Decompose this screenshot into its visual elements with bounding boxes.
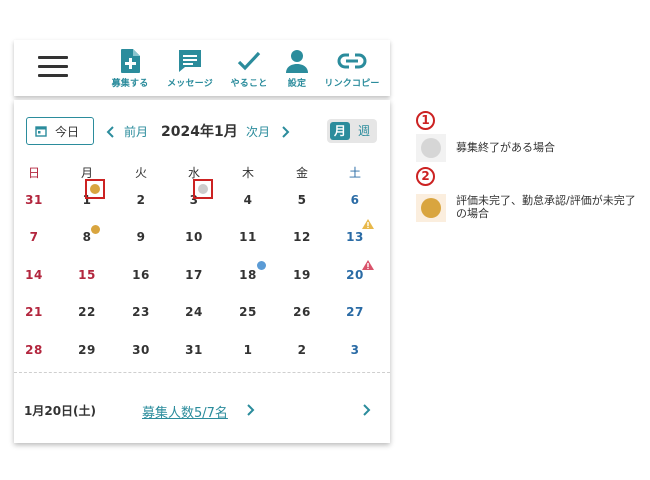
status-dot-blue (257, 261, 266, 270)
calendar-day[interactable]: 28 (19, 343, 49, 357)
status-dot-gray (198, 184, 208, 194)
calendar-day[interactable]: 13 (340, 230, 370, 244)
chevron-left-icon (106, 125, 114, 138)
calendar-day[interactable]: 10 (179, 230, 209, 244)
calendar-day[interactable]: 11 (233, 230, 263, 244)
calendar-day[interactable]: 22 (72, 305, 102, 319)
today-label: 今日 (55, 124, 80, 139)
prev-month-label: 前月 (124, 125, 149, 139)
month-title: 2024年1月 (161, 124, 238, 140)
calendar-day[interactable]: 31 (19, 193, 49, 207)
calendar-panel: 今日 前月 2024年1月 次月 月 週 日 月 火 水 木 金 土 31 1 … (14, 100, 390, 443)
divider (14, 372, 390, 373)
warning-icon (362, 219, 374, 229)
month-view-button[interactable]: 月 (330, 122, 350, 140)
todo-label: やること (230, 79, 268, 89)
calendar-day[interactable]: 7 (19, 230, 49, 244)
message-label: メッセージ (167, 79, 213, 89)
calendar-day[interactable]: 17 (179, 268, 209, 282)
status-dot-orange (91, 225, 100, 234)
message-button[interactable]: メッセージ (162, 48, 218, 89)
calendar-day[interactable]: 16 (126, 268, 156, 282)
recruit-button[interactable]: 募集する (109, 48, 151, 89)
calendar-day[interactable]: 6 (340, 193, 370, 207)
today-button[interactable]: 今日 (26, 117, 94, 145)
calendar-day[interactable]: 19 (287, 268, 317, 282)
calendar-day[interactable]: 9 (126, 230, 156, 244)
view-toggle: 月 週 (327, 119, 377, 143)
recruit-count-link[interactable]: 募集人数5/7名 (142, 402, 228, 421)
legend-number: 2 (416, 167, 435, 186)
weekday-header: 火 (134, 166, 147, 180)
calendar-day[interactable]: 4 (233, 193, 263, 207)
copy-link-label: リンクコピー (324, 79, 380, 89)
calendar-day[interactable]: 18 (233, 268, 263, 282)
next-month-button[interactable]: 次月 (246, 123, 290, 140)
calendar-day[interactable]: 1 (233, 343, 263, 357)
calendar-day[interactable]: 27 (340, 305, 370, 319)
calendar-day[interactable]: 14 (19, 268, 49, 282)
calendar-day[interactable]: 21 (19, 305, 49, 319)
calendar-day[interactable]: 12 (287, 230, 317, 244)
person-icon (286, 50, 308, 73)
calendar-day[interactable]: 2 (126, 193, 156, 207)
copy-link-button[interactable]: リンクコピー (321, 48, 383, 89)
calendar-day[interactable]: 20 (340, 268, 370, 282)
document-plus-icon (121, 49, 140, 73)
calendar-day[interactable]: 31 (179, 343, 209, 357)
calendar-day[interactable]: 3 (340, 343, 370, 357)
chevron-right-icon[interactable] (245, 403, 255, 417)
legend-text: 評価未完了、勤怠承認/評価が未完了の場合 (456, 194, 636, 220)
message-icon (179, 50, 201, 72)
top-toolbar: 募集する メッセージ やること 設定 リンクコピー (14, 40, 390, 96)
selected-date: 1月20日(土) (24, 404, 97, 418)
calendar-day[interactable]: 24 (179, 305, 209, 319)
status-dot-orange (90, 184, 100, 194)
calendar-day[interactable]: 2 (287, 343, 317, 357)
todo-button[interactable]: やること (228, 48, 270, 89)
legend-number: 1 (416, 111, 435, 130)
settings-button[interactable]: 設定 (282, 48, 312, 89)
recruit-label: 募集する (111, 79, 149, 89)
calendar-icon (35, 126, 47, 137)
calendar-day[interactable]: 25 (233, 305, 263, 319)
weekday-header: 金 (295, 166, 308, 180)
check-icon (237, 51, 261, 71)
weekday-header: 土 (348, 166, 361, 180)
settings-label: 設定 (287, 79, 307, 89)
calendar-day[interactable]: 30 (126, 343, 156, 357)
weekday-header: 木 (241, 166, 254, 180)
calendar-day[interactable]: 26 (287, 305, 317, 319)
orange-dot-icon (421, 198, 441, 218)
warning-icon (362, 260, 374, 270)
calendar-day[interactable]: 23 (126, 305, 156, 319)
legend-swatch (416, 194, 446, 222)
calendar-day[interactable]: 5 (287, 193, 317, 207)
next-month-label: 次月 (246, 125, 271, 139)
calendar-day[interactable]: 15 (72, 268, 102, 282)
menu-icon[interactable] (38, 56, 68, 78)
legend-text: 募集終了がある場合 (456, 141, 555, 154)
chevron-right-icon (282, 125, 290, 138)
gray-dot-icon (421, 138, 441, 158)
link-icon (337, 53, 367, 69)
calendar-day[interactable]: 29 (72, 343, 102, 357)
weekday-header: 日 (27, 166, 40, 180)
week-view-button[interactable]: 週 (355, 122, 373, 140)
legend-swatch (416, 134, 446, 162)
chevron-right-icon[interactable] (361, 403, 371, 417)
prev-month-button[interactable]: 前月 (106, 123, 148, 140)
